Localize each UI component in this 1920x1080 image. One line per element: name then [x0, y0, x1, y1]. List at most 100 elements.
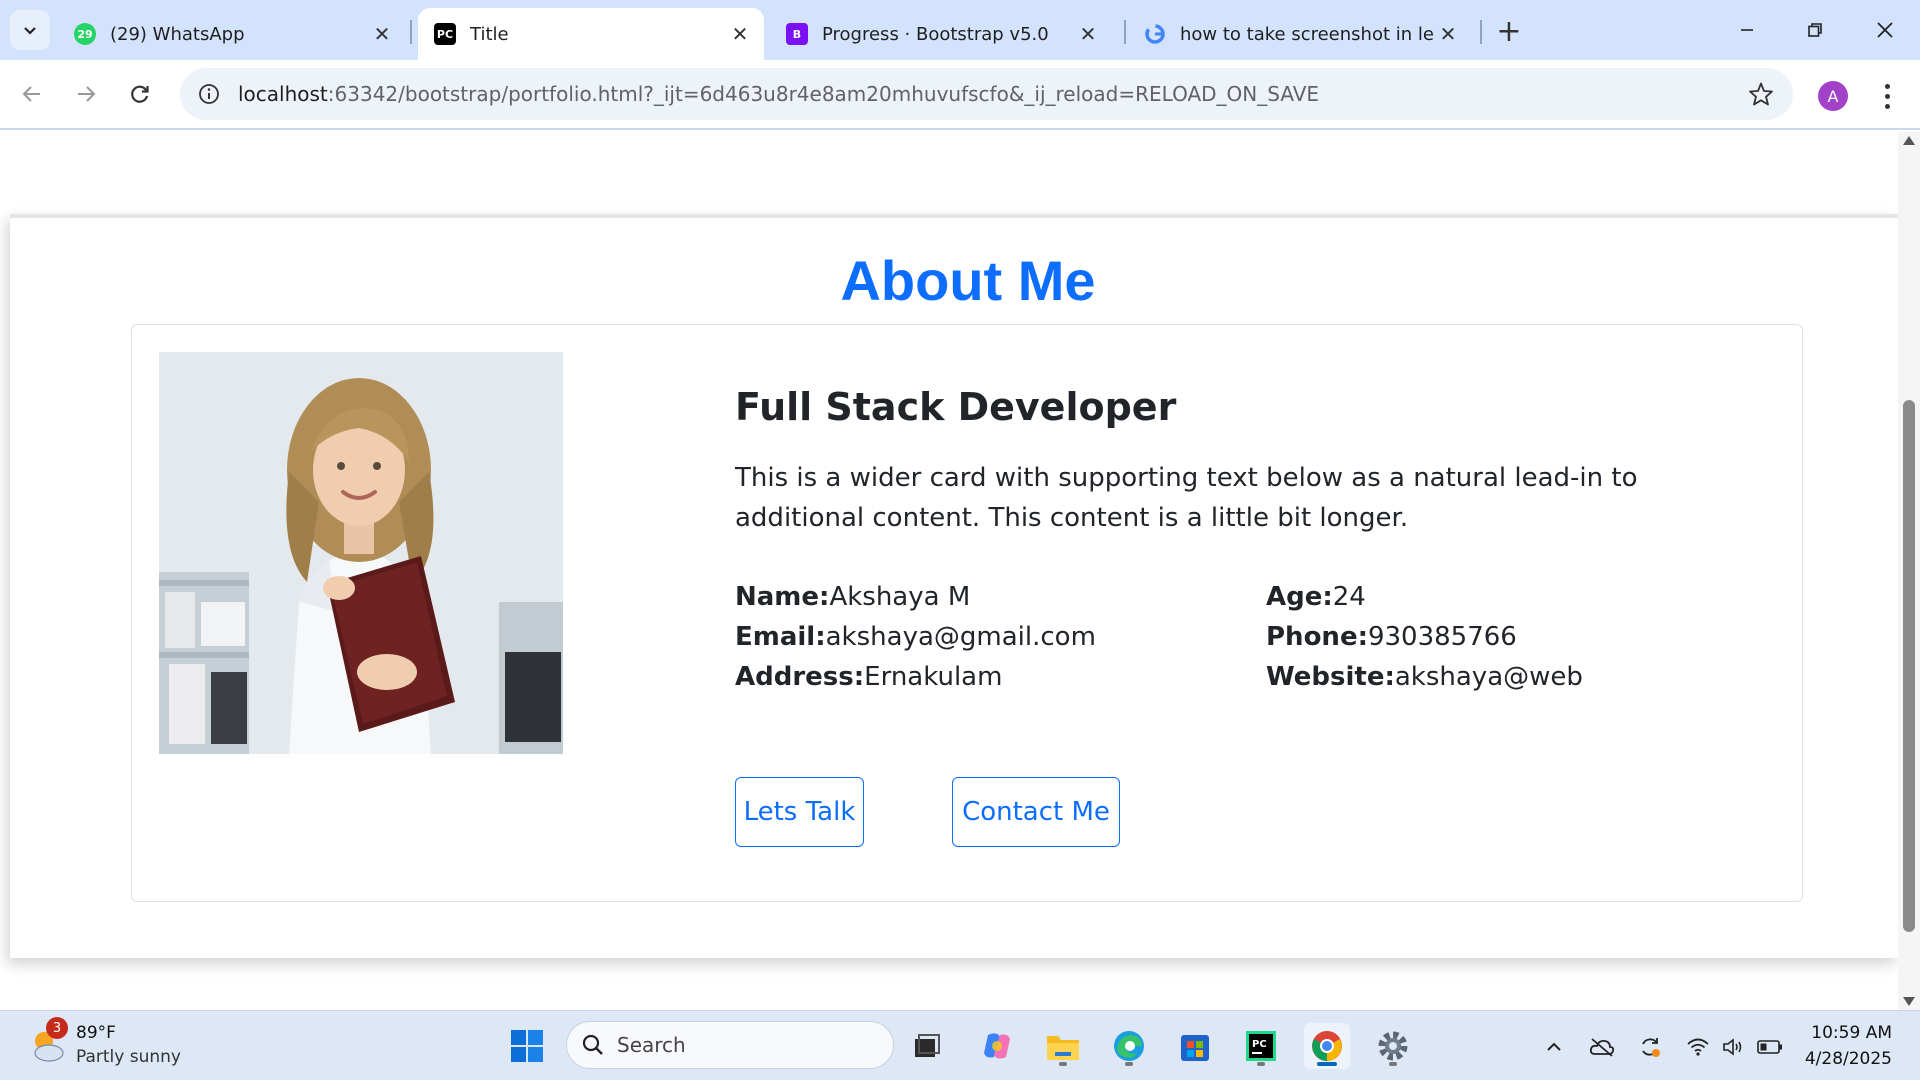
- sync-icon[interactable]: [1636, 1033, 1664, 1061]
- profile-avatar[interactable]: A: [1818, 81, 1848, 111]
- info-phone: Phone:930385766: [1266, 617, 1517, 657]
- tab-whatsapp[interactable]: 29 (29) WhatsApp ✕: [58, 8, 406, 60]
- chrome-button[interactable]: [1304, 1023, 1350, 1069]
- scroll-up-arrow-icon[interactable]: [1903, 136, 1915, 145]
- clock-time[interactable]: 10:59 AM: [1811, 1023, 1892, 1043]
- tab-bootstrap-progress[interactable]: B Progress · Bootstrap v5.0 ✕: [770, 8, 1112, 60]
- pycharm-button[interactable]: PC: [1238, 1023, 1284, 1069]
- store-icon: [1181, 1035, 1209, 1061]
- gear-icon: [1378, 1031, 1408, 1061]
- pycharm-icon: PC: [1246, 1031, 1276, 1061]
- tab-divider: [410, 20, 412, 44]
- clock-date[interactable]: 4/28/2025: [1805, 1049, 1892, 1069]
- contact-me-button[interactable]: Contact Me: [952, 777, 1120, 847]
- tab-title[interactable]: PC Title ✕: [418, 8, 764, 60]
- chrome-icon: [1312, 1031, 1342, 1061]
- tab-label: Title: [470, 23, 509, 45]
- about-section: About Me Full Stack Developer This is a …: [10, 214, 1898, 958]
- scroll-thumb[interactable]: [1903, 400, 1915, 932]
- info-label: Age:: [1266, 582, 1333, 612]
- bookmark-star-icon[interactable]: [1747, 80, 1775, 108]
- card-description: This is a wider card with supporting tex…: [735, 463, 1638, 533]
- pycharm-icon: PC: [434, 23, 456, 45]
- url-text: localhost:63342/bootstrap/portfolio.html…: [238, 82, 1319, 106]
- lets-talk-button[interactable]: Lets Talk: [735, 777, 864, 847]
- minimize-icon: [1741, 29, 1753, 31]
- notification-badge: 3: [46, 1017, 68, 1039]
- info-value: Akshaya M: [829, 582, 971, 612]
- tab-divider: [1124, 20, 1126, 44]
- edge-icon: [1114, 1031, 1144, 1061]
- windows-logo-icon: [511, 1030, 543, 1062]
- file-explorer-button[interactable]: [1040, 1023, 1086, 1069]
- arrow-left-icon: [22, 86, 40, 102]
- close-icon[interactable]: ✕: [1074, 20, 1102, 48]
- window-close-button[interactable]: [1860, 10, 1910, 50]
- taskbar-search[interactable]: Search: [566, 1021, 894, 1069]
- profile-photo: [159, 352, 563, 754]
- info-age: Age:24: [1266, 577, 1366, 617]
- tab-divider: [1480, 20, 1482, 44]
- site-info-icon[interactable]: [194, 79, 224, 109]
- chevron-up-icon[interactable]: [1540, 1033, 1568, 1061]
- chevron-down-icon: [24, 27, 36, 35]
- scroll-down-arrow-icon[interactable]: [1903, 997, 1915, 1006]
- forward-button[interactable]: [66, 74, 106, 114]
- running-indicator: [1125, 1062, 1133, 1066]
- back-button[interactable]: [12, 74, 52, 114]
- volume-icon[interactable]: [1720, 1033, 1748, 1061]
- wifi-icon[interactable]: [1684, 1033, 1712, 1061]
- tab-label: how to take screenshot in lenov: [1180, 23, 1434, 45]
- task-view-icon: [915, 1034, 940, 1057]
- task-view-button[interactable]: [904, 1023, 950, 1069]
- weather-temp: 89°F: [76, 1023, 116, 1043]
- tab-google-search[interactable]: how to take screenshot in lenov ✕: [1128, 8, 1472, 60]
- minimize-button[interactable]: [1722, 10, 1772, 50]
- info-name: Name:Akshaya M: [735, 577, 970, 617]
- info-value: Ernakulam: [864, 662, 1003, 692]
- about-card: Full Stack Developer This is a wider car…: [131, 324, 1803, 902]
- onedrive-icon[interactable]: [1588, 1033, 1616, 1061]
- address-bar[interactable]: localhost:63342/bootstrap/portfolio.html…: [180, 68, 1793, 120]
- new-tab-button[interactable]: +: [1492, 14, 1526, 49]
- edge-button[interactable]: [1106, 1023, 1152, 1069]
- restore-button[interactable]: [1790, 10, 1840, 50]
- reload-icon: [131, 85, 149, 103]
- info-label: Website:: [1266, 662, 1395, 692]
- info-value: akshaya@web: [1394, 662, 1583, 692]
- tab-label: (29) WhatsApp: [110, 23, 245, 45]
- google-icon: [1144, 23, 1166, 45]
- battery-icon[interactable]: [1756, 1033, 1784, 1061]
- settings-button[interactable]: [1370, 1023, 1416, 1069]
- copilot-button[interactable]: [974, 1023, 1020, 1069]
- info-email: Email:akshaya@gmail.com: [735, 617, 1096, 657]
- running-indicator: [1257, 1062, 1265, 1066]
- url-host: localhost: [238, 82, 328, 106]
- copilot-icon: [984, 1033, 1010, 1059]
- start-button[interactable]: [504, 1023, 550, 1069]
- section-title: About Me: [840, 249, 1096, 312]
- restore-icon: [1808, 23, 1822, 37]
- arrow-right-icon: [78, 86, 96, 102]
- tab-search-button[interactable]: [10, 10, 50, 50]
- browser-menu-icon[interactable]: [1872, 78, 1902, 114]
- close-icon[interactable]: ✕: [1434, 20, 1462, 48]
- info-label: Address:: [735, 662, 865, 692]
- store-button[interactable]: [1172, 1023, 1218, 1069]
- info-value: akshaya@gmail.com: [825, 622, 1096, 652]
- info-value: 930385766: [1367, 622, 1517, 652]
- info-website: Website:akshaya@web: [1266, 657, 1583, 697]
- info-label: Email:: [735, 622, 826, 652]
- info-address: Address:Ernakulam: [735, 657, 1002, 697]
- svg-text:PC: PC: [1252, 1039, 1267, 1050]
- reload-button[interactable]: [120, 74, 160, 114]
- close-icon[interactable]: ✕: [726, 20, 754, 48]
- weather-desc: Partly sunny: [76, 1047, 181, 1067]
- tab-strip: 29 (29) WhatsApp ✕ PC Title ✕ B Progress…: [0, 0, 1920, 60]
- close-icon[interactable]: ✕: [368, 20, 396, 48]
- info-label: Name:: [735, 582, 830, 612]
- page-viewport: About Me Full Stack Developer This is a …: [0, 132, 1898, 1010]
- info-value: 24: [1332, 582, 1366, 612]
- page-scrollbar[interactable]: [1898, 132, 1920, 1010]
- search-icon: [582, 1034, 603, 1055]
